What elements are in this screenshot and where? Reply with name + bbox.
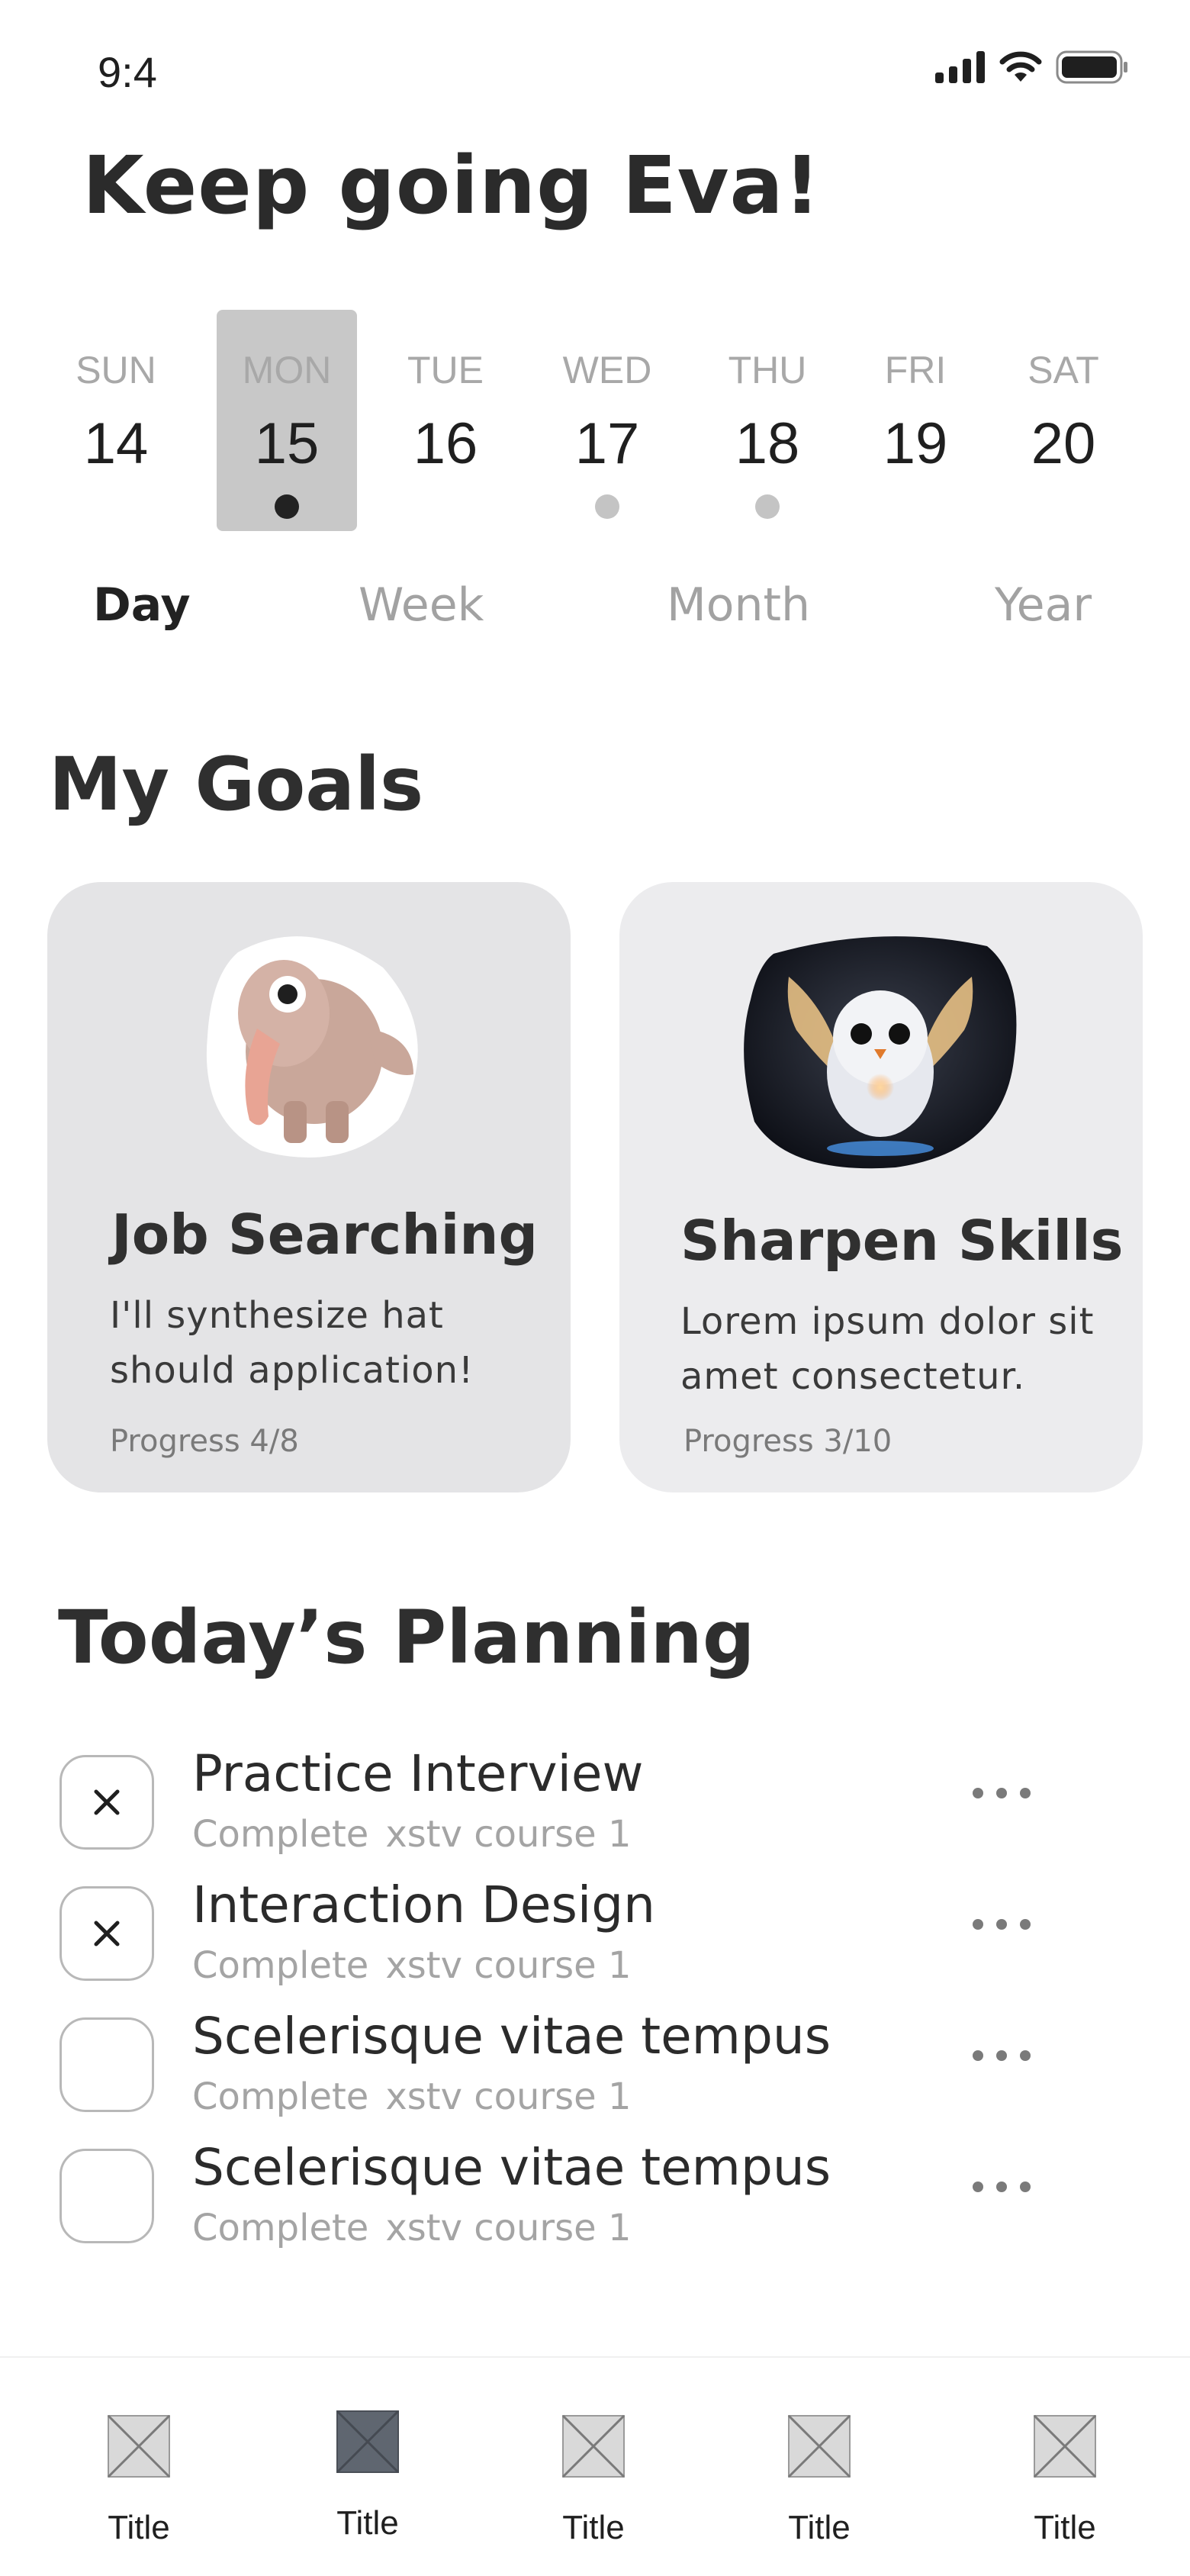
nav-item-2[interactable]: Title [291,2397,444,2550]
day-number: 14 [83,411,149,476]
task-subtitle: Complete xstv course 1 [192,2207,631,2249]
bottom-navigation: Title Title Title Title Title [0,2356,1190,2576]
calendar-day-tue[interactable]: TUE 16 [375,310,516,531]
goal-title: Sharpen Skills [680,1209,1124,1273]
nav-label: Title [788,2509,851,2546]
goal-description-line: amet consectetur. [680,1355,1026,1398]
task-course: xstv course 1 [385,1813,632,1856]
task-title: Practice Interview [192,1744,644,1803]
goal-description-line: should application! [110,1349,474,1392]
task-subtitle: Complete xstv course 1 [192,1944,631,1987]
nav-item-3[interactable]: Title [517,2397,670,2550]
goal-description-line: Lorem ipsum dolor sit [680,1300,1095,1343]
tab-year[interactable]: Year [995,578,1092,632]
task-status: Complete [192,2075,369,2118]
task-subtitle: Complete xstv course 1 [192,2075,631,2118]
more-options-icon[interactable] [967,1909,1036,1940]
nav-label: Title [1034,2509,1096,2546]
battery-icon [1056,50,1127,84]
calendar-day-sat[interactable]: SAT 20 [993,310,1134,531]
task-subtitle: Complete xstv course 1 [192,1813,631,1856]
app-screen: 9:4 Keep going Eva! SUN 14 MON 15 TUE 16… [0,0,1190,2576]
calendar-day-sun[interactable]: SUN 14 [46,310,186,531]
task-checkbox[interactable] [60,2017,154,2112]
event-dot [595,494,619,519]
greeting-heading: Keep going Eva! [82,139,822,232]
more-options-icon[interactable] [967,2172,1036,2202]
placeholder-icon [787,2414,851,2478]
plan-item: Interaction Design Complete xstv course 1 [60,1876,1051,1987]
close-icon [94,1921,120,1946]
task-status: Complete [192,1944,369,1987]
my-goals-heading: My Goals [49,742,424,827]
day-name: TUE [407,349,484,391]
elephant-illustration [206,936,418,1158]
signal-icon [935,51,985,83]
task-course: xstv course 1 [385,2207,632,2249]
plan-item: Scelerisque vitae tempus Complete xstv co… [60,2007,1051,2118]
tab-week[interactable]: Week [359,578,484,632]
nav-item-5[interactable]: Title [989,2397,1141,2550]
event-dot [275,494,299,519]
day-number: 20 [1031,411,1096,476]
placeholder-icon [561,2414,626,2478]
goal-description-line: I'll synthesize hat [110,1294,444,1337]
calendar-day-mon[interactable]: MON 15 [217,310,357,531]
goal-description: I'll synthesize hat should application! [110,1288,474,1398]
task-title: Interaction Design [192,1876,655,1934]
nav-item-1[interactable]: Title [63,2397,215,2550]
more-options-icon[interactable] [967,1778,1036,1808]
more-options-icon[interactable] [967,2040,1036,2071]
task-title: Scelerisque vitae tempus [192,2007,831,2066]
week-calendar: SUN 14 MON 15 TUE 16 WED 17 THU 18 FRI 1… [46,310,1144,531]
nav-label: Title [336,2504,399,2542]
day-name: THU [728,349,807,391]
nav-label: Title [108,2509,170,2546]
goal-progress: Progress 4/8 [110,1424,299,1459]
placeholder-icon [107,2414,171,2478]
nav-label: Title [562,2509,625,2546]
task-title: Scelerisque vitae tempus [192,2138,831,2197]
task-course: xstv course 1 [385,2075,632,2118]
calendar-day-wed[interactable]: WED 17 [537,310,677,531]
tab-month[interactable]: Month [667,578,810,632]
day-number: 18 [735,411,800,476]
plan-item: Scelerisque vitae tempus Complete xstv co… [60,2138,1051,2249]
tab-day[interactable]: Day [93,578,191,632]
task-status: Complete [192,2207,369,2249]
day-number: 19 [883,411,948,476]
day-name: MON [242,349,332,391]
task-checkbox[interactable] [60,1886,154,1981]
plan-item: Practice Interview Complete xstv course 1 [60,1744,1051,1856]
day-number: 17 [574,411,640,476]
task-course: xstv course 1 [385,1944,632,1987]
placeholder-icon [1033,2414,1097,2478]
status-time: 9:4 [98,48,157,96]
owl-illustration [744,936,1017,1169]
goal-card-sharpen-skills[interactable]: Sharpen Skills Lorem ipsum dolor sit ame… [619,882,1143,1492]
event-dot [755,494,780,519]
goal-title: Job Searching [111,1203,539,1267]
day-number: 16 [413,411,478,476]
todays-planning-heading: Today’s Planning [58,1595,755,1680]
status-icons [935,50,1129,84]
goal-card-job-searching[interactable]: Job Searching I'll synthesize hat should… [47,882,571,1492]
calendar-day-fri[interactable]: FRI 19 [845,310,986,531]
day-name: WED [562,349,652,391]
day-name: SUN [76,349,156,391]
task-checkbox[interactable] [60,1755,154,1850]
day-name: SAT [1028,349,1099,391]
task-status: Complete [192,1813,369,1856]
calendar-day-thu[interactable]: THU 18 [697,310,838,531]
wifi-icon [999,51,1042,82]
close-icon [94,1789,120,1815]
day-number: 15 [254,411,320,476]
nav-item-4[interactable]: Title [743,2397,896,2550]
goal-description: Lorem ipsum dolor sit amet consectetur. [680,1294,1094,1404]
task-checkbox[interactable] [60,2149,154,2243]
goal-progress: Progress 3/10 [683,1424,892,1459]
day-name: FRI [884,349,947,391]
placeholder-icon [336,2410,400,2474]
